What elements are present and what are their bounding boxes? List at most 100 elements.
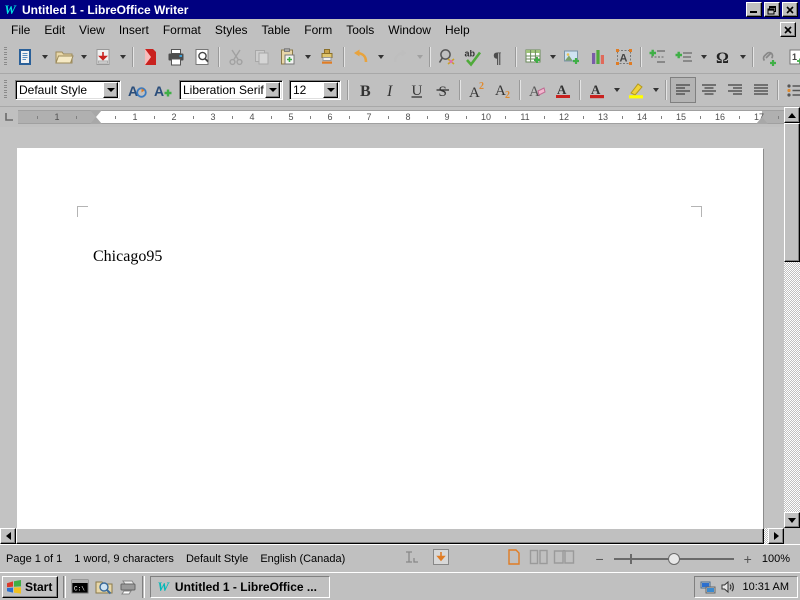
menu-item-tools[interactable]: Tools [339, 21, 381, 39]
status-word-count[interactable]: 1 word, 9 characters [68, 553, 180, 565]
align-center-icon[interactable] [696, 77, 722, 103]
character-highlight-icon[interactable]: A [550, 77, 576, 103]
copy-icon[interactable] [249, 44, 275, 70]
scroll-up-button[interactable] [784, 107, 800, 123]
superscript-icon[interactable]: A 2 [464, 77, 490, 103]
insert-field-dropdown-icon[interactable] [697, 44, 710, 70]
ruler-corner-tab-selector[interactable] [0, 107, 18, 127]
new-style-icon[interactable]: A [150, 77, 176, 103]
insert-chart-icon[interactable] [585, 44, 611, 70]
save-document-dropdown-icon[interactable] [116, 44, 129, 70]
font-size-dropdown-icon[interactable] [323, 82, 338, 98]
menu-item-window[interactable]: Window [381, 21, 438, 39]
volume-icon[interactable] [718, 580, 738, 594]
insert-field-icon[interactable] [671, 44, 697, 70]
subscript-icon[interactable]: A 2 [490, 77, 516, 103]
update-style-icon[interactable]: A [124, 77, 150, 103]
redo-icon[interactable] [387, 44, 413, 70]
start-button[interactable]: Start [2, 575, 59, 598]
horizontal-scrollbar[interactable] [0, 528, 784, 544]
menu-item-file[interactable]: File [4, 21, 37, 39]
paragraph-style-dropdown-icon[interactable] [103, 82, 118, 98]
underline-icon[interactable]: U [404, 77, 430, 103]
menu-item-styles[interactable]: Styles [208, 21, 255, 39]
font-size-combobox[interactable]: 12 [289, 80, 341, 100]
font-name-combobox[interactable]: Liberation Serif [179, 80, 283, 100]
font-color-dropdown-icon[interactable] [610, 77, 623, 103]
paragraph-style-combobox[interactable]: Default Style [15, 80, 121, 100]
menu-item-edit[interactable]: Edit [37, 21, 72, 39]
network-icon[interactable] [698, 580, 718, 594]
insert-text-box-icon[interactable]: A [611, 44, 637, 70]
print-preview-icon[interactable] [189, 44, 215, 70]
undo-dropdown-icon[interactable] [374, 44, 387, 70]
open-document-dropdown-icon[interactable] [77, 44, 90, 70]
font-name-dropdown-icon[interactable] [265, 82, 280, 98]
document-page[interactable]: Chicago95 [17, 148, 763, 528]
zoom-slider-knob[interactable] [667, 552, 680, 565]
find-replace-icon[interactable] [434, 44, 460, 70]
single-page-view-icon[interactable] [501, 549, 527, 568]
insert-hyperlink-icon[interactable] [757, 44, 783, 70]
zoom-out-button[interactable]: − [591, 551, 607, 567]
insert-footnote-icon[interactable]: 1 [783, 44, 800, 70]
bold-icon[interactable]: B [352, 77, 378, 103]
paste-icon[interactable] [275, 44, 301, 70]
clear-formatting-icon[interactable]: A [524, 77, 550, 103]
task-libreoffice-writer[interactable]: W Untitled 1 - LibreOffice ... [150, 575, 331, 598]
justified-icon[interactable] [748, 77, 774, 103]
status-language[interactable]: English (Canada) [254, 553, 351, 565]
document-text[interactable]: Chicago95 [93, 248, 162, 266]
new-document-icon[interactable] [12, 44, 38, 70]
insert-page-break-icon[interactable] [645, 44, 671, 70]
unordered-list-icon[interactable] [782, 77, 800, 103]
left-indent-marker[interactable] [90, 117, 102, 124]
zoom-slider[interactable] [613, 552, 734, 566]
horizontal-ruler[interactable]: 1 1 2 3 4 5 6 7 8 9 10 11 12 13 14 15 16… [0, 107, 784, 127]
zoom-in-button[interactable]: + [740, 551, 756, 567]
status-page-number[interactable]: Page 1 of 1 [0, 553, 68, 565]
highlighting-color-dropdown-icon[interactable] [649, 77, 662, 103]
menu-item-help[interactable]: Help [438, 21, 477, 39]
book-view-icon[interactable] [551, 549, 577, 568]
menu-item-view[interactable]: View [72, 21, 112, 39]
insert-table-icon[interactable] [520, 44, 546, 70]
insert-table-dropdown-icon[interactable] [546, 44, 559, 70]
undo-icon[interactable] [348, 44, 374, 70]
restore-button[interactable] [764, 2, 780, 17]
first-line-indent-marker[interactable] [90, 110, 102, 117]
new-document-dropdown-icon[interactable] [38, 44, 51, 70]
spelling-icon[interactable]: ab [460, 44, 486, 70]
insert-special-character-dropdown-icon[interactable] [736, 44, 749, 70]
clone-formatting-icon[interactable] [314, 44, 340, 70]
minimize-button[interactable] [746, 2, 762, 17]
print-icon[interactable] [163, 44, 189, 70]
taskbar-clock[interactable]: 10:31 AM [738, 581, 794, 593]
close-button[interactable] [782, 2, 798, 17]
vertical-scroll-thumb[interactable] [784, 123, 800, 262]
multi-page-view-icon[interactable] [527, 549, 551, 568]
horizontal-scroll-thumb[interactable] [16, 528, 764, 544]
menu-item-form[interactable]: Form [297, 21, 339, 39]
toolbar-grip[interactable] [2, 45, 9, 69]
redo-dropdown-icon[interactable] [413, 44, 426, 70]
highlighting-color-icon[interactable] [623, 77, 649, 103]
formatting-marks-icon[interactable]: ¶ [486, 44, 512, 70]
cut-icon[interactable] [223, 44, 249, 70]
menu-item-insert[interactable]: Insert [112, 21, 156, 39]
insert-mode-icon[interactable] [397, 550, 427, 567]
scroll-left-button[interactable] [0, 528, 16, 544]
insert-special-character-icon[interactable]: Ω [710, 44, 736, 70]
scroll-right-button[interactable] [768, 528, 784, 544]
align-left-icon[interactable] [670, 77, 696, 103]
status-page-style[interactable]: Default Style [180, 553, 254, 565]
ms-dos-prompt-icon[interactable]: C:\ [68, 576, 92, 598]
printers-icon[interactable] [116, 576, 140, 598]
font-color-icon[interactable]: A [584, 77, 610, 103]
right-indent-marker[interactable] [756, 117, 768, 124]
italic-icon[interactable]: I [378, 77, 404, 103]
menu-item-format[interactable]: Format [156, 21, 208, 39]
zoom-level[interactable]: 100% [756, 553, 796, 565]
document-workspace[interactable]: Chicago95 [0, 127, 784, 528]
strikethrough-icon[interactable]: S [430, 77, 456, 103]
